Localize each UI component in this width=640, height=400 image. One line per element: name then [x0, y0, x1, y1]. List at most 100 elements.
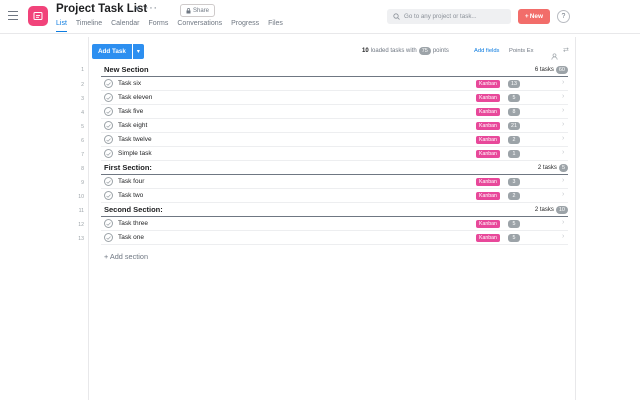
kanban-tag[interactable]: Kanban [476, 94, 500, 102]
kanban-tag[interactable]: Kanban [476, 192, 500, 200]
chevron-down-icon[interactable]: ▾ [132, 44, 144, 59]
check-icon[interactable] [104, 191, 113, 200]
section-task-count: 2 tasks [534, 207, 554, 213]
points-badge: 2 [508, 192, 520, 200]
section-title[interactable]: First Section: [104, 163, 152, 172]
lock-icon [186, 7, 191, 13]
section-task-count: 2 tasks [537, 165, 557, 171]
task-row[interactable]: Task eleven Kanban 5 › [101, 91, 568, 105]
kanban-tag[interactable]: Kanban [476, 220, 500, 228]
add-fields-link[interactable]: Add fields [474, 48, 499, 54]
person-icon[interactable] [551, 47, 558, 65]
check-icon[interactable] [104, 107, 113, 116]
task-name[interactable]: Task two [118, 192, 143, 199]
kanban-tag[interactable]: Kanban [476, 136, 500, 144]
row-number: 8 [81, 166, 84, 172]
task-row[interactable]: Task eight Kanban 21 › [101, 119, 568, 133]
kanban-tag[interactable]: Kanban [476, 122, 500, 130]
tab-calendar[interactable]: Calendar [111, 20, 139, 32]
help-icon[interactable]: ? [557, 10, 570, 23]
task-name[interactable]: Task one [118, 234, 144, 241]
chevron-right-icon[interactable]: › [562, 191, 564, 198]
check-icon[interactable] [104, 177, 113, 186]
section-title[interactable]: New Section [104, 65, 149, 74]
chevron-right-icon[interactable]: › [562, 121, 564, 128]
row-number: 13 [78, 236, 84, 242]
search-input[interactable]: Go to any project or task... [387, 9, 511, 24]
chevron-right-icon[interactable]: › [562, 149, 564, 156]
row-number: 2 [81, 82, 84, 88]
tab-list[interactable]: List [56, 20, 67, 32]
more-icon[interactable]: ··· [145, 2, 158, 14]
row-number: 11 [78, 208, 84, 214]
chevron-right-icon[interactable]: › [562, 79, 564, 86]
add-section-button[interactable]: + Add section [104, 252, 148, 261]
chevron-down-icon[interactable]: ▼ [134, 6, 141, 13]
task-row[interactable]: Task twelve Kanban 2 › [101, 133, 568, 147]
row-number: 6 [81, 138, 84, 144]
task-name[interactable]: Task three [118, 220, 148, 227]
loaded-text: loaded tasks with [370, 48, 417, 54]
chevron-right-icon[interactable]: › [562, 233, 564, 240]
check-icon[interactable] [104, 149, 113, 158]
section-title[interactable]: Second Section: [104, 205, 163, 214]
task-name[interactable]: Task five [118, 108, 143, 115]
chevron-right-icon[interactable]: › [562, 177, 564, 184]
task-row[interactable]: Task four Kanban 3 › [101, 175, 568, 189]
check-icon[interactable] [104, 79, 113, 88]
section-count: 6 tasks 60 [535, 66, 568, 74]
add-task-button[interactable]: Add Task [92, 44, 132, 59]
chevron-right-icon[interactable]: › [562, 219, 564, 226]
chevron-right-icon[interactable]: › [562, 107, 564, 114]
sort-icon[interactable]: ⇄ [563, 46, 569, 54]
section-points-badge: 60 [555, 66, 568, 74]
kanban-tag[interactable]: Kanban [476, 108, 500, 116]
task-row[interactable]: Task six Kanban 13 › [101, 77, 568, 91]
task-name[interactable]: Task eleven [118, 94, 152, 101]
kanban-tag[interactable]: Kanban [476, 80, 500, 88]
check-icon[interactable] [104, 93, 113, 102]
task-name[interactable]: Simple task [118, 150, 152, 157]
row-number: 9 [81, 180, 84, 186]
task-row[interactable]: Simple task Kanban 1 › [101, 147, 568, 161]
points-text: points [432, 48, 449, 54]
points-badge: 8 [508, 108, 520, 116]
kanban-tag[interactable]: Kanban [476, 178, 500, 186]
points-badge: 5 [508, 94, 520, 102]
task-row[interactable]: Task two Kanban 2 › [101, 189, 568, 203]
search-placeholder: Go to any project or task... [404, 13, 477, 20]
points-badge: 1 [508, 150, 520, 158]
tab-files[interactable]: Files [268, 20, 283, 32]
task-name[interactable]: Task four [118, 178, 144, 185]
tab-conversations[interactable]: Conversations [177, 20, 222, 32]
search-icon [393, 13, 400, 20]
plus-icon: + [524, 13, 529, 20]
row-number: 3 [81, 96, 84, 102]
loaded-count: 10 [362, 48, 369, 54]
check-icon[interactable] [104, 219, 113, 228]
chevron-right-icon[interactable]: › [562, 135, 564, 142]
check-icon[interactable] [104, 121, 113, 130]
kanban-tag[interactable]: Kanban [476, 234, 500, 242]
task-name[interactable]: Task twelve [118, 136, 152, 143]
loaded-summary: 10 loaded tasks with 75 points [362, 47, 449, 55]
menu-icon[interactable] [8, 11, 18, 21]
task-name[interactable]: Task eight [118, 122, 147, 129]
task-row[interactable]: Task five Kanban 8 › [101, 105, 568, 119]
new-button[interactable]: + New [518, 9, 550, 24]
task-name[interactable]: Task six [118, 80, 141, 87]
kanban-tag[interactable]: Kanban [476, 150, 500, 158]
task-row[interactable]: Task three Kanban 5 › [101, 217, 568, 231]
check-icon[interactable] [104, 135, 113, 144]
chevron-right-icon[interactable]: › [562, 93, 564, 100]
tab-progress[interactable]: Progress [231, 20, 259, 32]
row-number: 4 [81, 110, 84, 116]
tab-forms[interactable]: Forms [149, 20, 169, 32]
task-row[interactable]: Task one Kanban 5 › [101, 231, 568, 245]
tab-timeline[interactable]: Timeline [76, 20, 102, 32]
points-total-badge: 75 [418, 47, 431, 55]
points-ex-column[interactable]: Points Ex [509, 48, 534, 54]
row-number: 1 [81, 67, 84, 73]
share-button[interactable]: Share [180, 4, 216, 17]
check-icon[interactable] [104, 233, 113, 242]
